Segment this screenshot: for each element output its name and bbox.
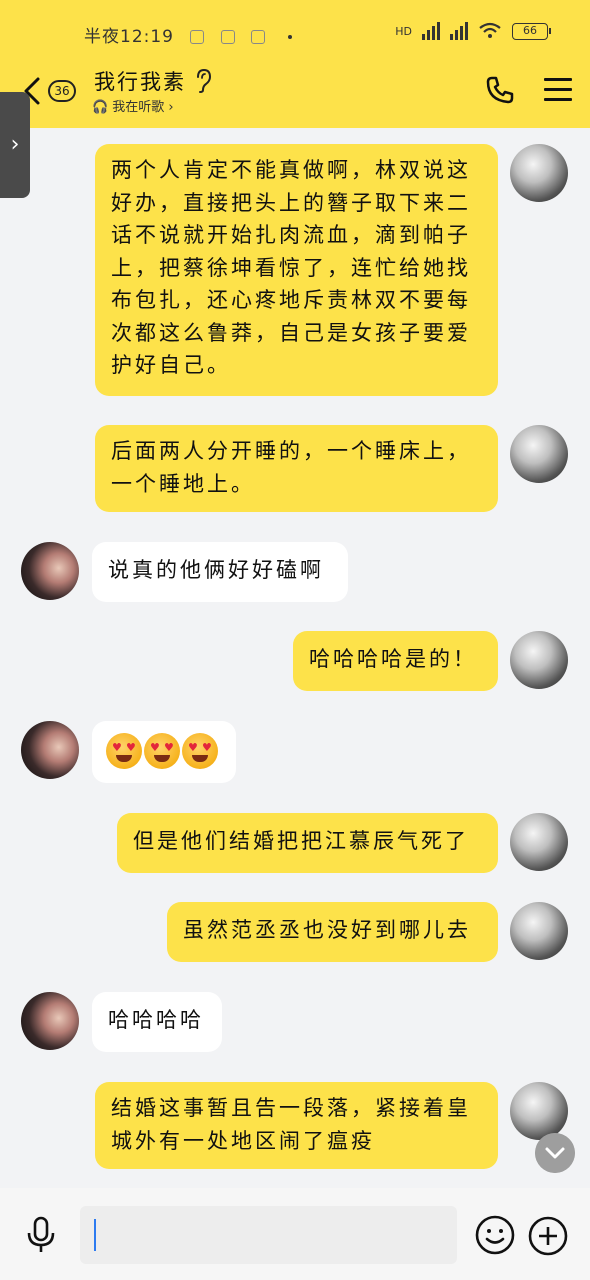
heart-eyes-emoji-icon: ♥ ♥ [144, 733, 180, 769]
phone-icon[interactable] [485, 75, 515, 105]
contact-avatar[interactable] [21, 992, 79, 1050]
listening-emoji-icon: 🎧 [92, 100, 109, 115]
battery-level: 66 [523, 23, 537, 37]
microphone-icon[interactable] [24, 1216, 58, 1254]
my-avatar[interactable] [510, 1082, 568, 1140]
chat-header: 半夜12:19 HD 66 36 我行我素 🎧 我在听歌 › [0, 0, 590, 128]
message-bubble[interactable]: 后面两人分开睡的，一个睡床上，一个睡地上。 [95, 425, 498, 512]
chat-subtitle[interactable]: 🎧 我在听歌 › [92, 96, 174, 115]
notification-icon [190, 30, 205, 44]
message-bubble[interactable]: 说真的他俩好好磕啊 [92, 542, 348, 602]
message-bubble[interactable]: 哈哈哈哈 [92, 992, 222, 1052]
my-avatar[interactable] [510, 631, 568, 689]
signal-icon [450, 22, 468, 40]
wifi-icon [479, 22, 501, 38]
notification-icon [251, 30, 266, 44]
chevron-right-icon: › [164, 100, 174, 115]
notification-icon [220, 30, 235, 44]
more-notifications-dot [287, 35, 292, 39]
contact-avatar[interactable] [21, 542, 79, 600]
battery-icon: 66 [512, 22, 551, 40]
menu-icon[interactable] [544, 78, 572, 102]
ear-icon [197, 68, 212, 93]
message-bubble[interactable]: 虽然范丞丞也没好到哪儿去 [167, 902, 498, 962]
text-caret [94, 1219, 96, 1251]
unread-count-badge[interactable]: 36 [48, 80, 76, 102]
network-label: HD [395, 24, 412, 38]
status-bar: 半夜12:19 [84, 22, 292, 47]
my-avatar[interactable] [510, 144, 568, 202]
signal-icon [422, 22, 440, 40]
my-avatar[interactable] [510, 902, 568, 960]
heart-eyes-emoji-icon: ♥ ♥ [182, 733, 218, 769]
message-input[interactable] [80, 1206, 457, 1264]
side-drawer-handle[interactable]: › [0, 92, 30, 198]
message-bubble[interactable]: 结婚这事暂且告一段落，紧接着皇城外有一处地区闹了瘟疫 [95, 1082, 498, 1169]
my-avatar[interactable] [510, 425, 568, 483]
message-bubble[interactable]: 两个人肯定不能真做啊，林双说这好办，直接把头上的簪子取下来二话不说就开始扎肉流血… [95, 144, 498, 396]
message-bubble[interactable]: ♥ ♥ ♥ ♥ ♥ ♥ [92, 721, 236, 783]
input-bar [0, 1188, 590, 1280]
status-time: 半夜12:19 [84, 27, 174, 47]
system-icons: HD 66 [395, 22, 551, 40]
chat-title[interactable]: 我行我素 [94, 66, 186, 96]
subtitle-text: 我在听歌 [112, 100, 165, 115]
message-bubble[interactable]: 哈哈哈哈是的！ [293, 631, 498, 691]
message-bubble[interactable]: 但是他们结婚把把江慕辰气死了 [117, 813, 498, 873]
contact-avatar[interactable] [21, 721, 79, 779]
add-icon[interactable] [528, 1216, 568, 1256]
my-avatar[interactable] [510, 813, 568, 871]
scroll-to-bottom-icon[interactable] [535, 1133, 575, 1173]
emoji-icon[interactable] [474, 1214, 516, 1256]
heart-eyes-emoji-icon: ♥ ♥ [106, 733, 142, 769]
message-list[interactable]: 两个人肯定不能真做啊，林双说这好办，直接把头上的簪子取下来二话不说就开始扎肉流血… [0, 128, 590, 1188]
